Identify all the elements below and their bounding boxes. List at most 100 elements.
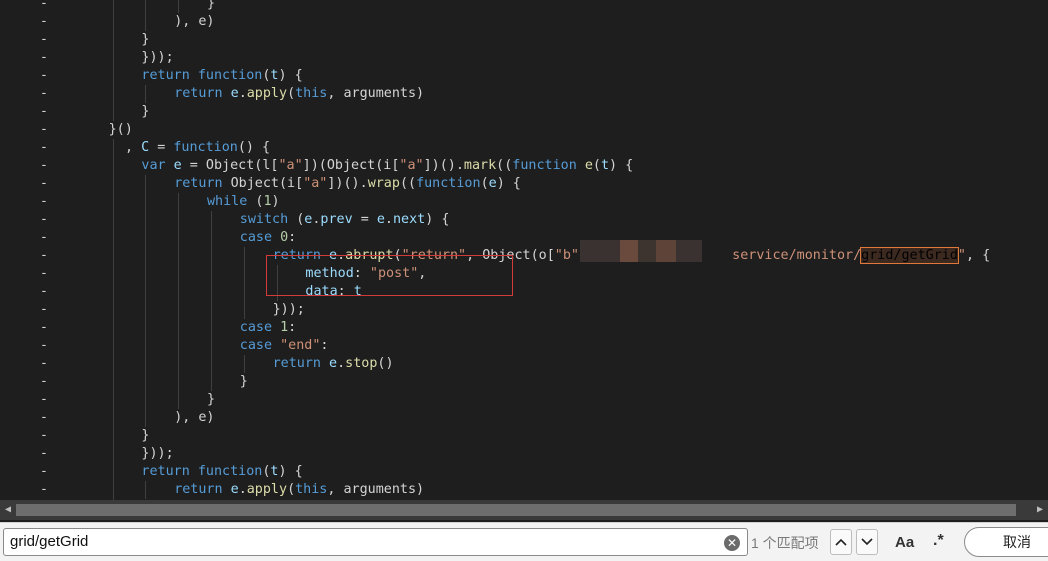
code-token: ( (287, 86, 296, 101)
code-text: } (141, 427, 149, 445)
indent-guide (211, 283, 212, 301)
code-token: ])(). (327, 176, 368, 191)
regex-button[interactable]: .* (933, 532, 944, 550)
redacted-region (676, 240, 702, 262)
indent-guide (112, 481, 114, 499)
indent-guide (112, 391, 114, 409)
indent-guide (112, 337, 114, 355)
gutter-marker: - (40, 266, 48, 281)
indent-guide (145, 13, 147, 31)
search-match: grid/getGrid (860, 247, 959, 264)
code-token: . (337, 356, 346, 371)
indent-guide (178, 283, 180, 301)
code-token: e (376, 212, 385, 227)
code-token: }() (108, 122, 133, 137)
code-token: : (320, 338, 329, 353)
gutter-marker: - (40, 374, 48, 389)
indent-guide (112, 157, 114, 175)
indent-guide (112, 445, 114, 463)
code-token: return (174, 86, 231, 101)
code-token: } (239, 374, 248, 389)
code-text: case 1: (240, 319, 296, 337)
code-token: "b" (554, 248, 579, 263)
code-token: } (141, 32, 150, 47)
gutter-marker: - (40, 86, 48, 101)
indent-guide (211, 337, 212, 355)
code-editor[interactable]: -} -), e) -} -})); - return function(t) {- ret… (0, 0, 1048, 500)
code-token: (( (399, 176, 417, 191)
code-token: : (288, 230, 297, 245)
find-bar: grid/getGrid ✕ 1 个匹配项 Aa .* 取消 (0, 522, 1048, 561)
code-line: -, C = function() { (0, 139, 1048, 157)
code-token: return (272, 356, 330, 371)
horizontal-scrollbar[interactable]: ◀ ▶ (0, 500, 1048, 520)
code-line: -return e.abrupt("return", Object(o["b"]… (0, 247, 1048, 265)
code-text: var e = Object(l["a"])(Object(i["a"])().… (141, 157, 633, 175)
scroll-right-icon[interactable]: ▶ (1032, 500, 1048, 520)
code-text: return e.apply(this, arguments) (174, 85, 424, 103)
code-text: } (240, 373, 248, 391)
code-token: while (207, 194, 256, 209)
code-token: ) { (496, 176, 521, 191)
code-token: })); (141, 446, 174, 461)
code-token: ])(). (423, 158, 464, 173)
code-token: Object(i[ (230, 176, 304, 191)
gutter-marker: - (40, 356, 48, 371)
indent-guide (112, 67, 114, 85)
code-token: this (295, 482, 328, 497)
redacted-region (656, 240, 676, 262)
code-token: mark (463, 158, 497, 173)
indent-guide (112, 85, 114, 103)
code-token: , arguments) (327, 482, 425, 497)
match-count: 1 个匹配项 (751, 535, 819, 551)
code-token: . (238, 86, 247, 101)
indent-guide (243, 355, 245, 373)
code-token: : (288, 320, 297, 335)
gutter-marker: - (40, 248, 48, 263)
indent-guide (145, 481, 147, 499)
find-input[interactable]: grid/getGrid (3, 528, 748, 556)
code-token: 0 (280, 230, 289, 245)
gutter-marker: - (40, 230, 48, 245)
code-token: } (207, 0, 216, 11)
code-line: - case 0: (0, 229, 1048, 247)
code-token: this (295, 86, 328, 101)
code-line: -}() (0, 121, 1048, 139)
indent-guide (112, 175, 114, 193)
code-line: -), e) (0, 13, 1048, 31)
previous-match-button[interactable] (830, 529, 852, 555)
gutter-marker: - (40, 446, 48, 461)
code-line: - method: "post", (0, 265, 1048, 283)
code-token: case (239, 338, 281, 353)
clear-icon[interactable]: ✕ (724, 535, 740, 551)
indent-guide (145, 193, 147, 211)
code-text: return e.apply(this, arguments) (174, 481, 424, 499)
indent-guide (112, 13, 114, 31)
code-token: e (230, 86, 239, 101)
match-case-button[interactable]: Aa (895, 534, 914, 551)
indent-guide (178, 265, 180, 283)
indent-guide (145, 391, 147, 409)
code-token: })); (141, 50, 174, 65)
scrollbar-thumb[interactable] (16, 504, 1016, 516)
indent-guide (211, 355, 212, 373)
code-token: apply (246, 86, 288, 101)
code-token: case (239, 320, 281, 335)
code-line: - var e = Object(l["a"])(Object(i["a"])()… (0, 157, 1048, 175)
gutter-marker: - (40, 0, 48, 11)
code-text: } (207, 391, 215, 409)
code-token: 1 (280, 320, 289, 335)
code-token: ) { (278, 68, 303, 83)
code-token: function (512, 158, 577, 173)
code-text: while (1) (207, 193, 280, 211)
next-match-button[interactable] (856, 529, 878, 555)
indent-guide (112, 247, 114, 265)
indent-guide (145, 0, 147, 13)
code-token: })); (272, 302, 305, 317)
indent-guide (243, 283, 245, 301)
scroll-left-icon[interactable]: ◀ (0, 500, 16, 520)
code-token: function (197, 464, 263, 479)
code-token: e (230, 482, 239, 497)
cancel-button[interactable]: 取消 (964, 527, 1048, 557)
